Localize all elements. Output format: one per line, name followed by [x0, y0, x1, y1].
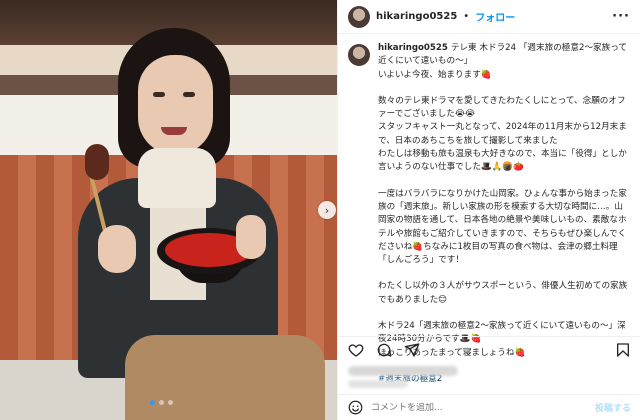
skewer-food [85, 144, 109, 180]
avatar[interactable] [348, 5, 370, 28]
comment-input[interactable] [371, 402, 587, 413]
bookmark-icon[interactable] [615, 342, 631, 358]
caption-line: 一度はバラバラになりかけた山岡家。ひょんな事から始まった家族の「週末旅」。新しい… [378, 188, 627, 266]
comment-icon[interactable] [376, 342, 392, 358]
caption-gap [378, 82, 631, 95]
caption-line: スタッフキャスト一丸となって、2024年の11月末から12月末まで、日本のあちこ… [378, 122, 627, 146]
post-header: hikaringo0525 • フォロー ··· [338, 0, 640, 34]
person-turtleneck [138, 148, 216, 208]
chevron-right-icon[interactable]: › [318, 201, 336, 219]
caption-line: 数々のテレ東ドラマを愛してきたわたくしにとって、念願のオファーでございました😭😭 [378, 95, 626, 120]
person-hand-right [236, 215, 266, 259]
carousel-dot [159, 400, 164, 405]
carousel-dot [168, 400, 173, 405]
carousel-dot [150, 400, 155, 405]
heart-icon[interactable] [348, 342, 364, 358]
likes-count-blurred [348, 366, 458, 376]
caption-gap [378, 267, 631, 280]
caption-avatar[interactable] [348, 44, 370, 66]
more-options-icon[interactable]: ··· [612, 9, 630, 24]
caption-line: わたしは移動も旅も温泉も大好きなので、本当に「役得」としか言いようのない仕事でし… [378, 149, 627, 173]
person-eye-left [153, 92, 165, 97]
caption-line-0: hikaringo0525 テレ東 木ドラ24 「週末旅の極意2〜家族って近くにい… [378, 42, 631, 69]
action-bar [338, 336, 640, 362]
separator-dot: • [463, 11, 470, 22]
post-side-panel: hikaringo0525 • フォロー ··· hikaringo0525 テレ… [337, 0, 640, 420]
follow-button[interactable]: フォロー [475, 9, 515, 24]
caption-line: いよいよ今夜、始まります🍓 [378, 69, 492, 80]
person-pants [125, 335, 325, 420]
caption-username[interactable]: hikaringo0525 [378, 43, 448, 53]
caption-line: わたくし以外の３人がサウスポーという、俳優人生初めての家族でもありました😊 [378, 281, 628, 305]
post-photo[interactable]: › [0, 0, 337, 420]
post-date-blurred [348, 380, 408, 388]
caption: hikaringo0525 テレ東 木ドラ24 「週末旅の極意2〜家族って近くにい… [338, 40, 640, 384]
person-eye-right [183, 92, 195, 97]
header-username[interactable]: hikaringo0525 [376, 11, 457, 22]
caption-body: hikaringo0525 テレ東 木ドラ24 「週末旅の極意2〜家族って近くにい… [378, 42, 631, 384]
caption-gap [378, 307, 631, 320]
person-hand-left [98, 225, 136, 273]
emoji-icon[interactable] [348, 400, 363, 415]
person-face [138, 55, 213, 155]
carousel-dots [150, 400, 173, 405]
share-icon[interactable] [404, 342, 420, 358]
post-comment-button[interactable]: 投稿する [595, 401, 631, 414]
caption-gap [378, 175, 631, 188]
person-mouth [161, 127, 187, 135]
comment-bar: 投稿する [338, 394, 640, 420]
